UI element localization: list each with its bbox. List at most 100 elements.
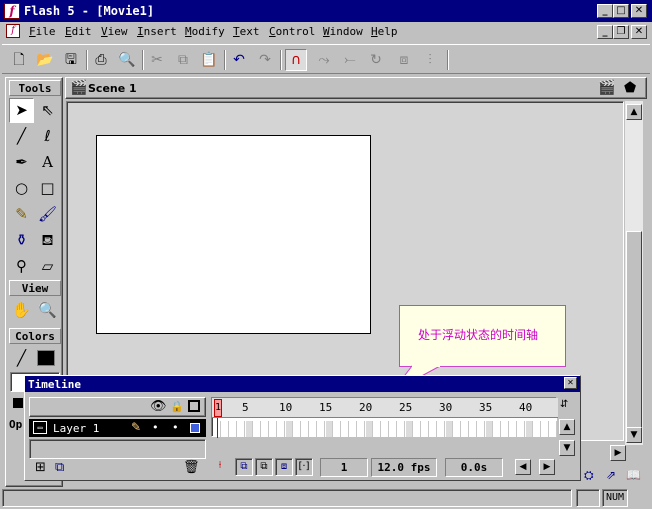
frame-cell[interactable] [550, 421, 557, 437]
frame-cell[interactable] [238, 421, 245, 437]
edit-multiple-frames-icon[interactable]: ⧈ [275, 458, 293, 476]
text-tool-icon[interactable]: A [35, 150, 60, 175]
frame-cell[interactable] [326, 421, 333, 437]
frame-cell[interactable] [254, 421, 261, 437]
scroll-right-button[interactable]: ▶ [610, 445, 626, 461]
menu-view[interactable]: View [101, 25, 128, 38]
menu-edit[interactable]: Edit [65, 25, 92, 38]
menu-modify[interactable]: Modify [185, 25, 225, 38]
frame-cell[interactable] [222, 421, 229, 437]
frame-cell[interactable] [502, 421, 509, 437]
subselect-tool-icon[interactable]: ⇖ [35, 98, 60, 123]
hand-tool-icon[interactable]: ✋ [9, 298, 34, 323]
paint-bucket-tool-icon[interactable]: ⛾ [35, 228, 60, 253]
onion-skin-icon[interactable]: ⧉ [235, 458, 253, 476]
scroll-up-button[interactable]: ▲ [626, 104, 642, 120]
redo-icon[interactable]: ↷ [254, 49, 276, 71]
frame-cell[interactable] [318, 421, 325, 437]
rotate-icon[interactable]: ↻ [365, 49, 387, 71]
menu-text[interactable]: Text [233, 25, 260, 38]
frame-cell[interactable] [454, 421, 461, 437]
frame-cell[interactable] [534, 421, 541, 437]
frame-rate-field[interactable]: 12.0 fps [371, 458, 437, 477]
timeline-scroll-down[interactable]: ▼ [559, 440, 575, 456]
frame-cell[interactable] [302, 421, 309, 437]
frame-cell[interactable] [430, 421, 437, 437]
frame-cell[interactable] [510, 421, 517, 437]
eraser-tool-icon[interactable]: ▱ [35, 254, 60, 279]
modify-onion-markers-icon[interactable]: [·] [295, 458, 313, 476]
copy-icon[interactable]: ⧉ [172, 49, 194, 71]
dropper-tool-icon[interactable]: ⚲ [9, 254, 34, 279]
edit-symbols-icon[interactable]: ⬟ [624, 80, 636, 96]
scroll-down-button[interactable]: ▼ [626, 427, 642, 443]
outline-icon[interactable] [188, 400, 200, 412]
eye-icon[interactable]: 👁 [150, 399, 167, 414]
add-guide-layer-icon[interactable]: ⧉ [55, 460, 64, 475]
doc-restore-button[interactable]: ❐ [613, 25, 629, 39]
frame-cell[interactable] [342, 421, 349, 437]
menu-file[interactable]: File [29, 25, 56, 38]
frame-cell[interactable] [294, 421, 301, 437]
frame-cell[interactable] [406, 421, 413, 437]
maximize-button[interactable]: □ [613, 4, 629, 18]
frame-view-options-icon[interactable]: ⇵ [560, 399, 568, 410]
frame-cell[interactable] [494, 421, 501, 437]
playhead[interactable]: 1 [214, 399, 222, 417]
vertical-scroll-thumb[interactable] [626, 231, 642, 441]
vertical-scrollbar[interactable]: ▲ ▼ [625, 101, 643, 445]
delete-layer-icon[interactable]: 🗑 [183, 460, 200, 475]
print-icon[interactable]: ⎙ [90, 49, 112, 71]
frame-cell[interactable] [310, 421, 317, 437]
open-folder-icon[interactable]: 📂 [34, 49, 56, 71]
rectangle-tool-icon[interactable]: □ [35, 176, 60, 201]
stage[interactable] [96, 135, 371, 334]
menu-insert[interactable]: Insert [137, 25, 177, 38]
layer-name[interactable]: Layer 1 [53, 422, 99, 435]
frame-cell[interactable] [486, 421, 493, 437]
frame-ruler[interactable]: 1 5 10 15 20 25 30 35 40 [212, 398, 558, 418]
arrow-tool-icon[interactable]: ➤ [9, 98, 34, 123]
add-layer-icon[interactable]: ⊞ [35, 460, 46, 475]
stroke-color-swatch[interactable] [37, 350, 55, 366]
menu-window[interactable]: Window [323, 25, 363, 38]
line-tool-icon[interactable]: ╱ [9, 124, 34, 149]
pen-tool-icon[interactable]: ✒ [9, 150, 34, 175]
straighten-icon[interactable]: ⤚ [339, 49, 361, 71]
print-preview-icon[interactable]: 🔍 [116, 49, 138, 71]
frame-cell[interactable] [270, 421, 277, 437]
frame-cell[interactable] [470, 421, 477, 437]
doc-close-button[interactable]: ✕ [631, 25, 647, 39]
launcher-icon[interactable]: ⛭ [584, 468, 594, 483]
timeline-scroll-up[interactable]: ▲ [559, 419, 575, 435]
lock-dot[interactable]: • [172, 421, 179, 434]
frame-cell[interactable] [414, 421, 421, 437]
pencil-tool-icon[interactable]: ✎ [9, 202, 34, 227]
lock-icon[interactable]: 🔒 [170, 400, 184, 413]
outline-color-square[interactable] [190, 423, 200, 433]
center-frame-icon[interactable]: ⍿ [211, 458, 229, 476]
new-file-icon[interactable]: 🗋 [8, 49, 30, 71]
document-icon[interactable]: f [6, 24, 20, 38]
cut-icon[interactable]: ✂ [146, 49, 168, 71]
frame-cell[interactable] [438, 421, 445, 437]
doc-minimize-button[interactable]: _ [597, 25, 613, 39]
flash-app-icon[interactable]: f [4, 3, 20, 19]
library-icon[interactable]: 📖 [626, 468, 641, 482]
frame-cell[interactable] [422, 421, 429, 437]
edit-scene-icon[interactable]: 🎬 [598, 80, 615, 96]
frame-cell[interactable] [390, 421, 397, 437]
timeline-close-button[interactable]: ✕ [564, 377, 577, 389]
frames-area[interactable]: 1 5 10 15 20 25 30 35 40 [211, 397, 558, 438]
save-icon[interactable]: 🖫 [60, 49, 82, 71]
paste-icon[interactable]: 📋 [198, 49, 220, 71]
frame-cell[interactable] [478, 421, 485, 437]
scene-label[interactable]: Scene 1 [88, 82, 137, 95]
frame-cell[interactable] [446, 421, 453, 437]
minimize-button[interactable]: _ [597, 4, 613, 18]
visible-dot[interactable]: • [152, 421, 159, 434]
frame-cell[interactable] [374, 421, 381, 437]
default-colors-icon[interactable] [13, 398, 23, 408]
align-icon[interactable]: ⫶ [419, 49, 441, 71]
zoom-tool-icon[interactable]: 🔍 [35, 298, 60, 323]
